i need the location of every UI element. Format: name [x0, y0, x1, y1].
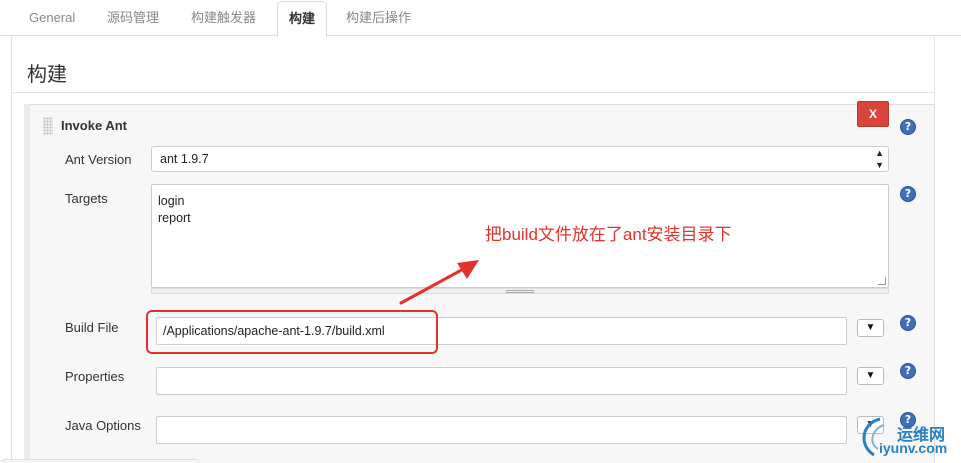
properties-input[interactable]	[156, 367, 847, 395]
build-file-expand-button[interactable]: ▼	[857, 319, 884, 337]
annotation-text: 把build文件放在了ant安装目录下	[485, 225, 732, 244]
properties-expand-button[interactable]: ▼	[857, 367, 884, 385]
section-divider	[11, 92, 935, 93]
delete-step-button[interactable]: X	[857, 101, 889, 127]
splitter-grip-icon	[506, 290, 534, 293]
resize-grip-icon[interactable]	[878, 277, 886, 285]
bottom-bar	[0, 459, 200, 463]
java-options-label: Java Options	[65, 418, 141, 433]
help-icon-properties[interactable]: ?	[900, 363, 916, 379]
drag-handle-icon[interactable]	[43, 117, 53, 135]
step-left-border	[24, 104, 30, 463]
tab-post-build[interactable]: 构建后操作	[346, 0, 411, 36]
ant-version-label: Ant Version	[65, 152, 132, 167]
help-icon-targets[interactable]: ?	[900, 186, 916, 202]
java-options-input[interactable]	[156, 416, 847, 444]
section-title: 构建	[27, 64, 67, 86]
targets-label: Targets	[65, 191, 108, 206]
tab-general[interactable]: General	[29, 0, 75, 36]
help-icon-step[interactable]: ?	[900, 119, 916, 135]
ant-version-value: ant 1.9.7	[160, 152, 209, 166]
tab-build-triggers[interactable]: 构建触发器	[191, 0, 256, 36]
build-file-label: Build File	[65, 320, 119, 335]
help-icon-build-file[interactable]: ?	[900, 315, 916, 331]
ant-version-select[interactable]: ant 1.9.7 ▲ ▼	[151, 146, 889, 172]
step-title: Invoke Ant	[61, 118, 127, 133]
tab-source-control[interactable]: 源码管理	[107, 0, 159, 36]
tab-build[interactable]: 构建	[277, 1, 328, 37]
annotation-arrow-icon	[399, 260, 479, 305]
config-tabbar: General 源码管理 构建触发器 构建 构建后操作	[0, 0, 961, 37]
textarea-splitter[interactable]	[151, 288, 889, 294]
watermark-url: iyunv.com	[879, 440, 948, 456]
select-arrows-icon: ▲ ▼	[875, 148, 884, 170]
properties-label: Properties	[65, 369, 125, 384]
build-file-highlight-box	[146, 310, 438, 354]
